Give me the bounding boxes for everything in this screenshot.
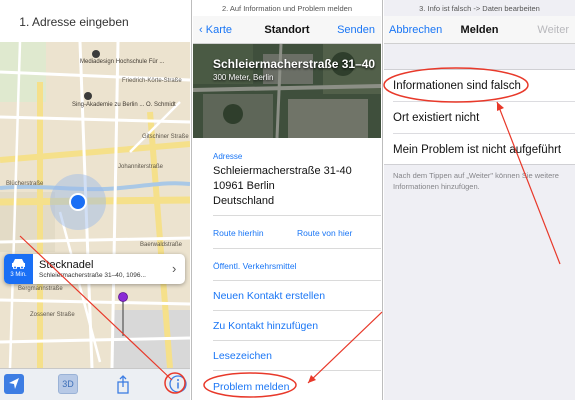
report-panel: 3. Info ist falsch -> Daten bearbeiten A… bbox=[384, 0, 575, 400]
directions-button[interactable]: 3 Min. bbox=[4, 254, 33, 284]
next-button[interactable]: Weiter bbox=[537, 24, 569, 36]
poi-label-sing-akademie: Sing-Akademie zu Berlin ... O. Schmidt bbox=[72, 102, 176, 108]
share-icon bbox=[117, 375, 129, 394]
bookmarks-button[interactable]: Lesezeichen bbox=[213, 350, 272, 362]
callout-title: Stecknadel bbox=[39, 259, 94, 271]
report-problem-button[interactable]: Problem melden bbox=[213, 381, 289, 393]
purple-pin-icon[interactable] bbox=[118, 292, 128, 336]
new-contact-button[interactable]: Neuen Kontakt erstellen bbox=[213, 290, 325, 302]
report-footnote: Nach dem Tippen auf „Weiter" können Sie … bbox=[393, 171, 559, 191]
poi-label-mediadesign: Mediadesign Hochschule Für ... bbox=[80, 59, 165, 65]
map-roads bbox=[0, 42, 190, 368]
add-to-contact-button[interactable]: Zu Kontakt hinzufügen bbox=[213, 320, 318, 332]
location-navbar: ‹ Karte Standort Senden bbox=[193, 16, 381, 44]
divider bbox=[213, 310, 381, 311]
address-value[interactable]: Schleiermacherstraße 31-40 10961 Berlin … bbox=[213, 164, 352, 209]
divider bbox=[213, 370, 381, 371]
public-transit-link[interactable]: Öffentl. Verkehrsmittel bbox=[213, 261, 296, 271]
location-arrow-icon bbox=[9, 378, 19, 389]
divider bbox=[213, 280, 381, 281]
share-button[interactable] bbox=[113, 374, 133, 394]
street-label: Friedrich-Körte-Straße bbox=[122, 78, 182, 84]
three-d-button[interactable]: 3D bbox=[58, 374, 78, 394]
map-panel: 1. Adresse eingeben Mediadesign Hochschu… bbox=[0, 0, 190, 400]
address-line: 10961 Berlin bbox=[213, 180, 275, 192]
tutorial-composite: 1. Adresse eingeben Mediadesign Hochschu… bbox=[0, 0, 575, 400]
street-label: Baerwaldstraße bbox=[140, 242, 183, 248]
report-options-list: Informationen sind falsch Ort existiert … bbox=[384, 69, 575, 165]
street-label: Blücherstraße bbox=[6, 181, 44, 187]
option-info-wrong[interactable]: Informationen sind falsch bbox=[384, 70, 575, 102]
street-label: Bergmannstraße bbox=[18, 286, 63, 292]
step2-caption: 2. Auf Information und Problem melden bbox=[221, 4, 353, 13]
pin-callout[interactable]: 3 Min. Stecknadel Schleiermacherstraße 3… bbox=[4, 254, 185, 284]
location-header-subtitle: 300 Meter, Berlin bbox=[213, 73, 274, 82]
option-label: Mein Problem ist nicht aufgeführt bbox=[393, 144, 562, 156]
route-here-link[interactable]: Route hierhin bbox=[213, 228, 264, 238]
info-button[interactable] bbox=[168, 374, 188, 394]
address-line: Deutschland bbox=[213, 195, 275, 207]
info-icon bbox=[169, 375, 187, 393]
street-label: Johanniterstraße bbox=[118, 164, 164, 170]
satellite-header: Schleiermacherstraße 31–40 300 Meter, Be… bbox=[193, 44, 381, 138]
street-label: Zossener Straße bbox=[30, 312, 75, 318]
option-place-not-exist[interactable]: Ort existiert nicht bbox=[384, 102, 575, 134]
address-label: Adresse bbox=[213, 152, 243, 161]
step1-caption: 1. Adresse eingeben bbox=[19, 15, 129, 29]
step3-caption: 3. Info ist falsch -> Daten bearbeiten bbox=[419, 4, 540, 13]
option-label: Ort existiert nicht bbox=[393, 112, 480, 124]
divider bbox=[213, 248, 381, 249]
map-toolbar: 3D bbox=[0, 368, 190, 400]
callout-subtitle: Schleiermacherstraße 31–40, 1096... bbox=[39, 272, 146, 279]
locate-me-button[interactable] bbox=[4, 374, 24, 394]
option-label: Informationen sind falsch bbox=[393, 80, 521, 92]
location-panel: 2. Auf Information und Problem melden ‹ … bbox=[193, 0, 381, 400]
street-label: Gitschiner Straße bbox=[142, 134, 189, 140]
car-icon bbox=[12, 259, 25, 269]
location-header-title: Schleiermacherstraße 31–40 bbox=[213, 57, 376, 71]
address-line: Schleiermacherstraße 31-40 bbox=[213, 165, 352, 177]
report-navbar: Abbrechen Melden Weiter bbox=[384, 16, 575, 44]
send-button[interactable]: Senden bbox=[337, 24, 375, 36]
map-panel-header: 1. Adresse eingeben bbox=[0, 0, 190, 42]
travel-time: 3 Min. bbox=[10, 272, 27, 278]
divider bbox=[213, 215, 381, 216]
chevron-right-icon[interactable]: › bbox=[172, 261, 176, 276]
map-view[interactable]: Mediadesign Hochschule Für ... Sing-Akad… bbox=[0, 42, 190, 368]
divider bbox=[213, 340, 381, 341]
option-problem-not-listed[interactable]: Mein Problem ist nicht aufgeführt bbox=[384, 134, 575, 166]
route-from-here-link[interactable]: Route von hier bbox=[297, 228, 352, 238]
